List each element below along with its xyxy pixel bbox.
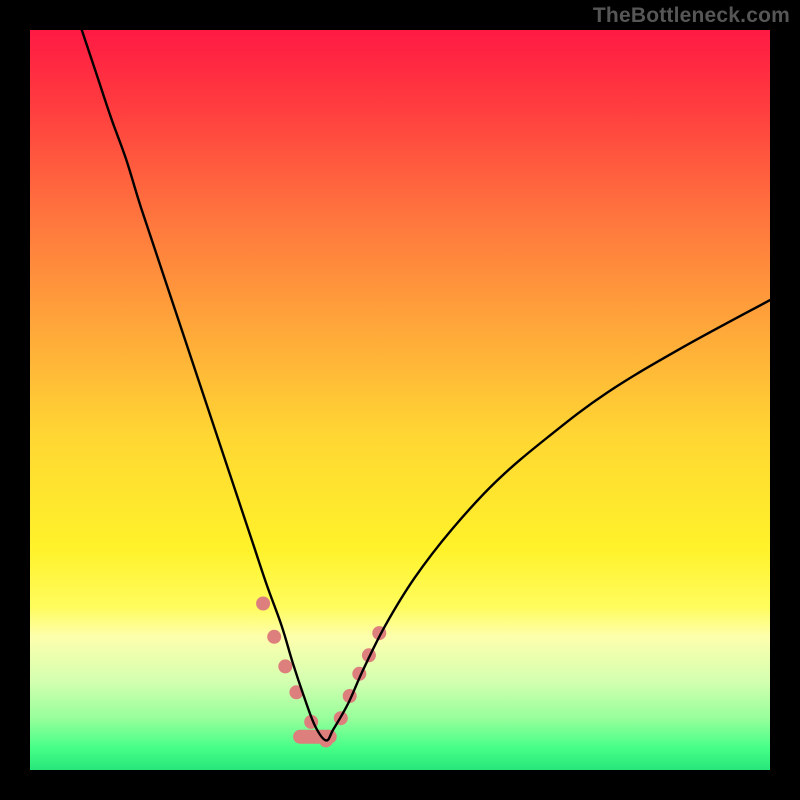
curve-overlay [30,30,770,770]
bottleneck-curve [82,30,770,740]
chart-frame: TheBottleneck.com [0,0,800,800]
plot-area [30,30,770,770]
attribution-label: TheBottleneck.com [593,4,790,28]
optimal-range-marker [256,597,386,748]
